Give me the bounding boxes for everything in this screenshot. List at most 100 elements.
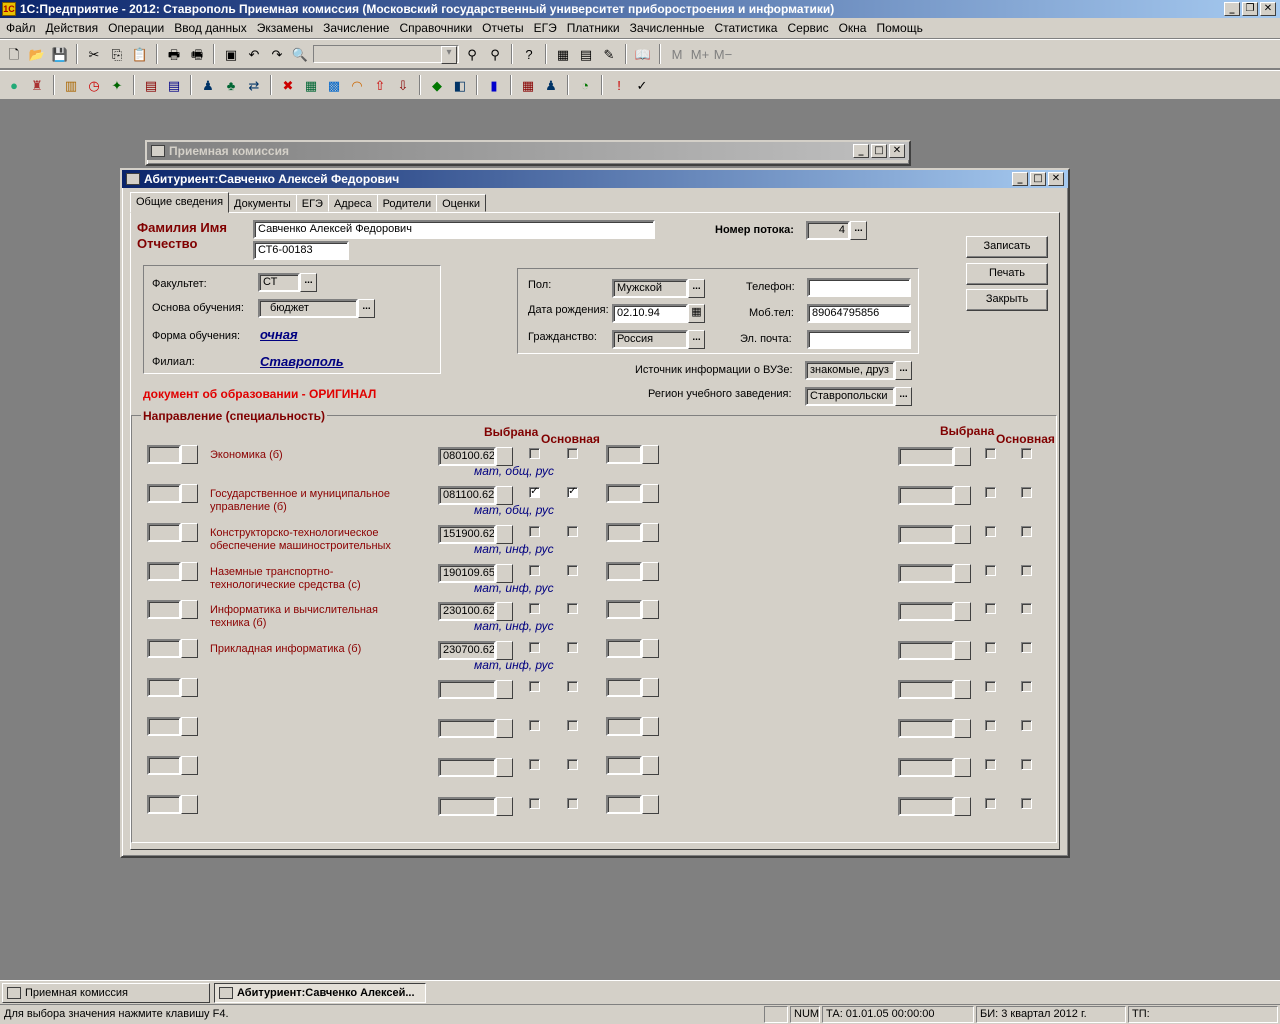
right-direction-button[interactable] [954,486,971,505]
rainbow-icon[interactable]: ◠ [347,75,367,95]
right-direction-field[interactable] [898,486,954,505]
mobile-field[interactable]: 89064795856 [807,304,911,323]
direction-code-field[interactable] [438,719,496,738]
right-direction-button[interactable] [954,525,971,544]
alt-direction-button[interactable] [642,600,659,619]
tag-icon[interactable]: ✦ [107,75,127,95]
right-chosen-checkbox[interactable] [985,487,996,498]
phone-field[interactable] [807,278,911,297]
right-chosen-checkbox[interactable] [985,526,996,537]
right-main-checkbox[interactable] [1021,603,1032,614]
book-icon[interactable]: 📖 [633,44,653,64]
copy-icon[interactable]: ⎘ [107,44,127,64]
alt-direction-field[interactable] [606,484,642,503]
full-name-field[interactable]: Савченко Алексей Федорович [253,220,655,239]
alt-direction-field[interactable] [606,678,642,697]
table-icon[interactable]: ▦ [518,75,538,95]
menu-item[interactable]: ЕГЭ [530,21,563,35]
paste-icon[interactable]: 📋 [130,44,150,64]
calendar-icon[interactable]: ▤ [576,44,596,64]
alt-direction-button[interactable] [642,562,659,581]
direction-code-field[interactable] [438,758,496,777]
crowd-icon[interactable]: ♣ [221,75,241,95]
users-icon[interactable]: ♟ [541,75,561,95]
alt-direction-field[interactable] [606,523,642,542]
calculator-icon[interactable]: ▦ [553,44,573,64]
group-icon[interactable]: ♟ [198,75,218,95]
right-direction-field[interactable] [898,602,954,621]
alt-direction-field[interactable] [606,639,642,658]
person-down-icon[interactable]: ⇩ [393,75,413,95]
direction-select-button[interactable] [181,795,198,814]
bg-maximize-button[interactable]: □ [871,144,887,158]
right-direction-button[interactable] [954,447,971,466]
alert-icon[interactable]: ! [609,75,629,95]
stamp-icon[interactable]: ◆ [427,75,447,95]
direction-select-field[interactable] [147,795,181,814]
main-checkbox[interactable] [567,759,578,770]
direction-select-field[interactable] [147,523,181,542]
search-combo[interactable] [313,45,459,64]
menu-item[interactable]: Статистика [710,21,783,35]
memory-minus-icon[interactable]: M− [713,44,733,64]
right-direction-button[interactable] [954,797,971,816]
tab-documents[interactable]: Документы [228,194,297,212]
redo-icon[interactable]: ↷ [267,44,287,64]
right-direction-field[interactable] [898,758,954,777]
bg-minimize-button[interactable]: _ [853,144,869,158]
alt-direction-button[interactable] [642,445,659,464]
chosen-checkbox[interactable] [529,526,540,537]
print-button[interactable]: Печать [966,263,1048,285]
right-direction-button[interactable] [954,758,971,777]
help-icon[interactable]: ? [519,44,539,64]
tab-addresses[interactable]: Адреса [327,194,378,212]
direction-select-field[interactable] [147,562,181,581]
right-chosen-checkbox[interactable] [985,798,996,809]
search-prev-icon[interactable]: ⚲ [485,44,505,64]
transfer-icon[interactable]: ⇄ [244,75,264,95]
archive-icon[interactable]: ▦ [301,75,321,95]
right-direction-field[interactable] [898,447,954,466]
chosen-checkbox[interactable] [529,759,540,770]
alt-direction-field[interactable] [606,562,642,581]
chosen-checkbox[interactable] [529,603,540,614]
gender-field[interactable]: Мужской [612,279,688,298]
alt-direction-button[interactable] [642,484,659,503]
right-direction-button[interactable] [954,719,971,738]
menu-item[interactable]: Зачисление [319,21,395,35]
direction-code-button[interactable] [496,797,513,816]
chosen-checkbox[interactable] [529,448,540,459]
main-checkbox[interactable]: ✓ [567,487,578,498]
direction-select-field[interactable] [147,484,181,503]
stream-field[interactable]: 4 [806,221,850,240]
alt-direction-field[interactable] [606,756,642,775]
right-direction-button[interactable] [954,602,971,621]
print-preview-icon[interactable]: 🖷 [187,44,207,64]
right-main-checkbox[interactable] [1021,798,1032,809]
email-field[interactable] [807,330,911,349]
code-field[interactable]: СТ6-00183 [253,241,349,260]
find-icon[interactable]: 🔍 [290,44,310,64]
direction-code-field[interactable] [438,797,496,816]
branch-link[interactable]: Ставрополь [260,354,344,369]
map-icon[interactable]: ▩ [324,75,344,95]
direction-select-field[interactable] [147,756,181,775]
direction-select-button[interactable] [181,445,198,464]
alt-direction-button[interactable] [642,678,659,697]
alt-direction-button[interactable] [642,756,659,775]
right-main-checkbox[interactable] [1021,487,1032,498]
right-direction-field[interactable] [898,564,954,583]
alt-direction-button[interactable] [642,795,659,814]
print-icon[interactable]: 🖶 [164,44,184,64]
faculty-select-button[interactable]: ... [300,273,317,292]
calendar-button-icon[interactable]: ▦ [688,304,705,323]
right-main-checkbox[interactable] [1021,642,1032,653]
books-icon[interactable]: ▥ [61,75,81,95]
direction-select-field[interactable] [147,639,181,658]
journal2-icon[interactable]: ▤ [164,75,184,95]
main-checkbox[interactable] [567,565,578,576]
menu-item[interactable]: Экзамены [253,21,319,35]
right-direction-field[interactable] [898,525,954,544]
main-checkbox[interactable] [567,642,578,653]
region-select-button[interactable]: ... [895,387,912,406]
